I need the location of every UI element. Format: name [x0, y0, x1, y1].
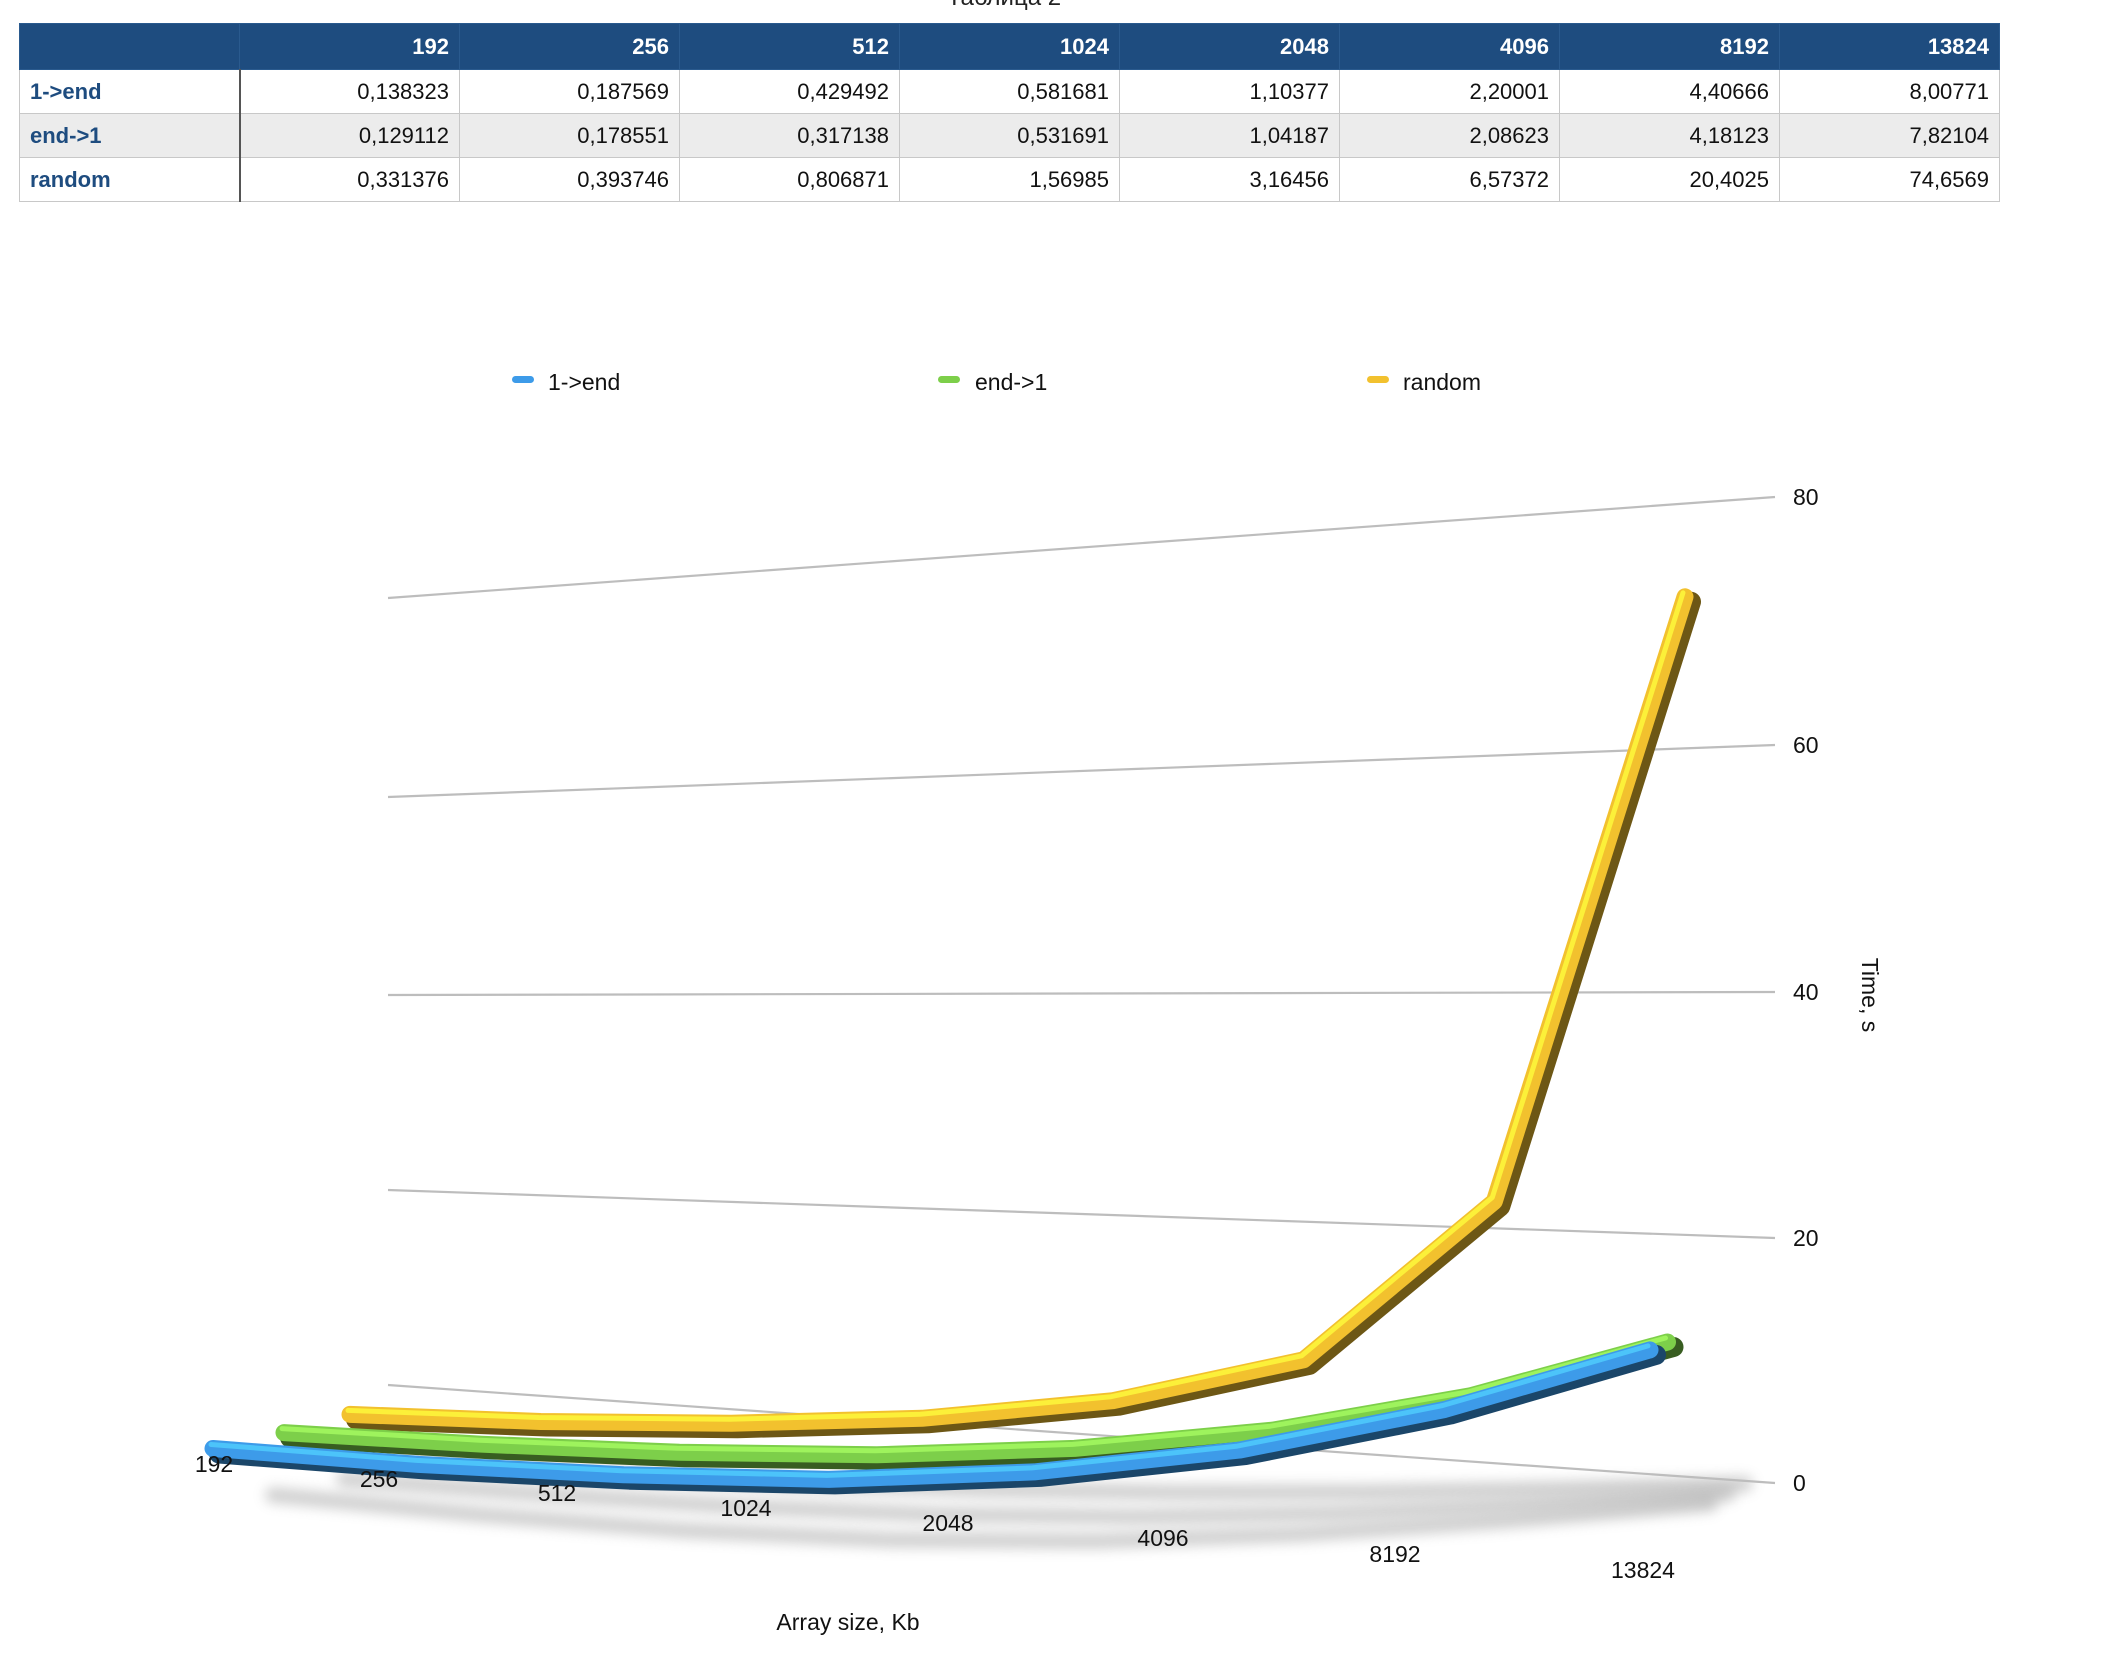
- line-chart: 0 20 40 60 80 192 256 512 1024 2048 4096 8192 13824…: [195, 369, 1883, 1635]
- y-tick-label: 40: [1793, 979, 1819, 1005]
- y-tick-label: 60: [1793, 732, 1819, 758]
- legend-item: end->1: [938, 369, 1047, 395]
- x-tick-label: 2048: [922, 1510, 973, 1536]
- x-axis-title: Array size, Kb: [776, 1609, 919, 1635]
- legend-swatch: [512, 376, 534, 383]
- x-tick-label: 1024: [720, 1495, 771, 1521]
- legend-item: random: [1367, 369, 1481, 395]
- series-line: [341, 588, 1701, 1439]
- legend: 1->end end->1 random: [512, 369, 1481, 395]
- y-axis-title: Time, s: [1857, 958, 1883, 1033]
- legend-label: 1->end: [548, 369, 620, 395]
- grid-line: [387, 1188, 1776, 1240]
- x-tick-label: 192: [195, 1451, 233, 1477]
- legend-swatch: [938, 376, 960, 383]
- series-lines: [204, 588, 1701, 1495]
- grid-line: [387, 743, 1776, 799]
- legend-item: 1->end: [512, 369, 620, 395]
- y-tick-label: 20: [1793, 1225, 1819, 1251]
- legend-label: end->1: [975, 369, 1047, 395]
- y-tick-label: 0: [1793, 1470, 1806, 1496]
- x-tick-label: 8192: [1369, 1541, 1420, 1567]
- legend-label: random: [1403, 369, 1481, 395]
- x-tick-label: 256: [360, 1466, 398, 1492]
- x-tick-label: 4096: [1137, 1525, 1188, 1551]
- y-axis-ticks: 0 20 40 60 80: [1793, 484, 1819, 1496]
- x-tick-label: 512: [538, 1480, 576, 1506]
- x-tick-label: 13824: [1611, 1557, 1675, 1583]
- legend-swatch: [1367, 376, 1389, 383]
- grid-line: [387, 495, 1776, 600]
- y-tick-label: 80: [1793, 484, 1819, 510]
